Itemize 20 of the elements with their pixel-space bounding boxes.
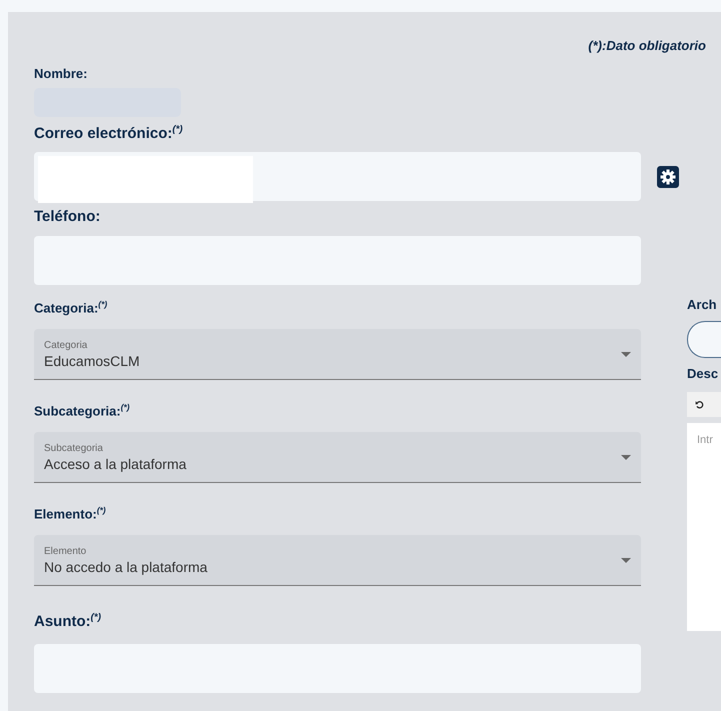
dropdown[interactable]: Subcategoria Acceso a la plataforma [34, 432, 641, 483]
file-button[interactable] [687, 321, 721, 358]
caret-icon [621, 454, 631, 460]
dropdown[interactable]: Elemento No accedo a la plataforma [34, 535, 641, 586]
field-label: Nombre: [34, 66, 88, 82]
field-label: Subcategoria:$^{(*)}$ [34, 402, 131, 418]
caret-icon [621, 352, 631, 356]
required-note: (*):Dato obligatorio [587, 37, 707, 55]
field-label: Elemento:$^{(*)}$ [34, 505, 107, 521]
caret-icon [621, 558, 631, 562]
field-label: Desc [687, 366, 720, 382]
input-field[interactable] [34, 152, 641, 201]
dropdown[interactable]: Categoria EducamosCLM [34, 329, 641, 380]
field-label: Correo electrónico:$^{(*)}$ [34, 124, 184, 144]
field-label: Arch [687, 297, 718, 313]
undo-icon[interactable] [695, 400, 704, 409]
settings-icon[interactable] [657, 166, 679, 188]
field-label: Asunto:$^{(*)}$ [34, 612, 102, 632]
field-label: Categoria:$^{(*)}$ [34, 299, 108, 315]
field-label: Teléfono: [34, 208, 102, 227]
